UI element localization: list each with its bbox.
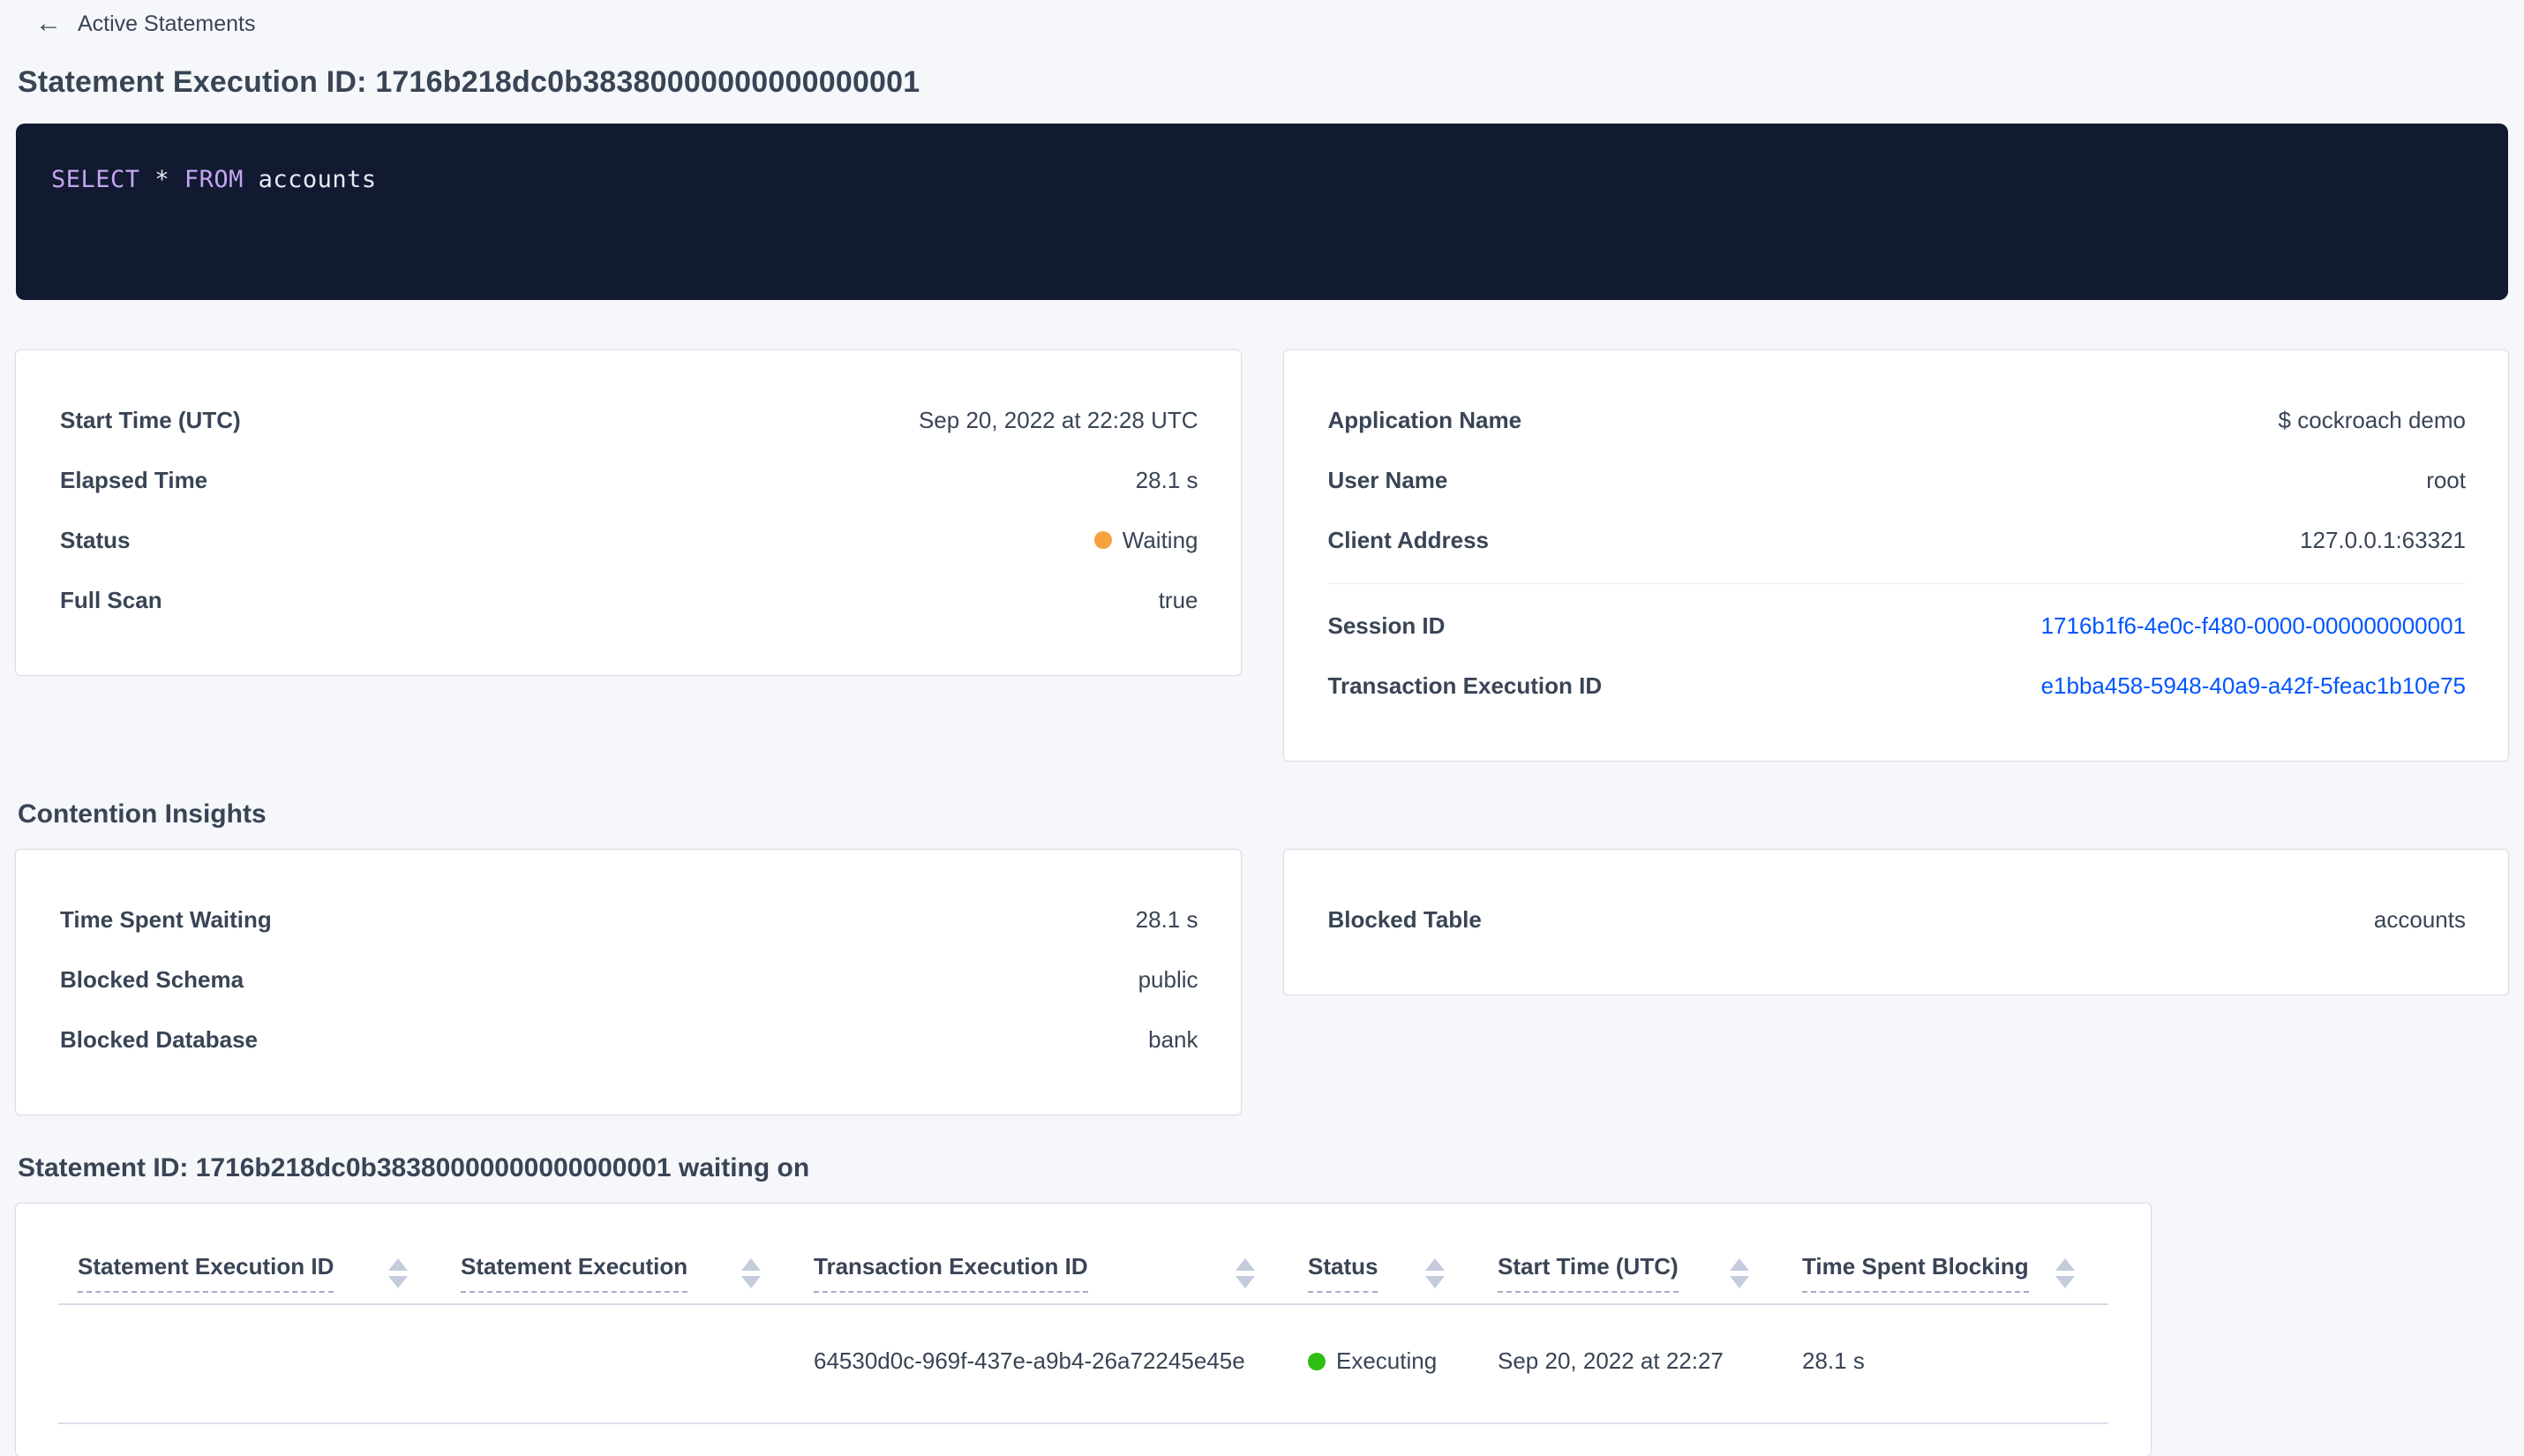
user-name-label: User Name	[1327, 466, 1448, 493]
start-time-row: Start Time (UTC) Sep 20, 2022 at 22:28 U…	[60, 390, 1198, 450]
status-executing-dot-icon	[1308, 1352, 1326, 1370]
statement-execution-details-page: ← Active Statements Statement Execution …	[0, 0, 2524, 1456]
time-spent-waiting-label: Time Spent Waiting	[60, 905, 272, 933]
contention-waiting-card: Time Spent Waiting 28.1 s Blocked Schema…	[16, 850, 1241, 1115]
blocked-table-value: accounts	[2373, 905, 2466, 933]
page-title: Statement Execution ID: 1716b218dc0b3838…	[18, 65, 920, 99]
transaction-execution-id-label: Transaction Execution ID	[1327, 672, 1603, 699]
sql-keyword-select: SELECT	[51, 166, 140, 193]
user-name-value: root	[2426, 466, 2466, 493]
column-header-start-time[interactable]: Start Time (UTC)	[1478, 1230, 1783, 1305]
blocked-database-row: Blocked Database bank	[60, 1009, 1198, 1069]
sort-icon	[2055, 1253, 2075, 1288]
client-address-row: Client Address 127.0.0.1:63321	[1328, 510, 2467, 570]
transaction-execution-id-row: Transaction Execution ID e1bba458-5948-4…	[1328, 656, 2467, 716]
column-header-statement-execution[interactable]: Statement Execution	[441, 1230, 794, 1305]
cell-statement-execution-id	[58, 1304, 441, 1424]
column-header-label: Statement Execution ID	[78, 1253, 334, 1293]
status-waiting-text: Waiting	[1122, 526, 1198, 553]
blocked-schema-row: Blocked Schema public	[60, 949, 1198, 1009]
column-header-label: Statement Execution	[461, 1253, 688, 1293]
sort-icon	[388, 1253, 408, 1288]
session-id-row: Session ID 1716b1f6-4e0c-f480-0000-00000…	[1328, 596, 2467, 656]
blocked-schema-value: public	[1138, 965, 1198, 993]
status-row: Status Waiting	[60, 510, 1198, 570]
time-spent-waiting-row: Time Spent Waiting 28.1 s	[60, 889, 1198, 949]
table-header-row: Statement Execution ID Statement Executi…	[58, 1230, 2108, 1305]
application-name-value: $ cockroach demo	[2278, 406, 2466, 433]
application-name-row: Application Name $ cockroach demo	[1328, 390, 2467, 450]
blocked-table-card: Blocked Table accounts	[1283, 850, 2508, 994]
elapsed-time-label: Elapsed Time	[60, 466, 208, 493]
column-header-label: Transaction Execution ID	[814, 1253, 1088, 1293]
sql-keyword-from: FROM	[184, 166, 244, 193]
waiting-statements-table-card: Statement Execution ID Statement Executi…	[16, 1204, 2151, 1456]
blocked-table-label: Blocked Table	[1327, 905, 1482, 933]
sql-identifier-table: accounts	[258, 166, 377, 193]
user-name-row: User Name root	[1328, 450, 2467, 510]
start-time-label: Start Time (UTC)	[60, 406, 241, 433]
sql-statement-text: SELECT * FROM accounts	[51, 166, 2473, 193]
full-scan-value: true	[1158, 586, 1198, 613]
transaction-execution-id-link[interactable]: e1bba458-5948-40a9-a42f-5feac1b10e75	[2041, 672, 2466, 700]
application-name-label: Application Name	[1327, 406, 1522, 433]
contention-cards-row: Time Spent Waiting 28.1 s Blocked Schema…	[16, 850, 2508, 1115]
column-header-label: Time Spent Blocking	[1802, 1253, 2029, 1293]
status-executing-text: Executing	[1336, 1347, 1438, 1374]
back-link-active-statements[interactable]: ← Active Statements	[35, 9, 255, 37]
column-header-time-spent-blocking[interactable]: Time Spent Blocking	[1783, 1230, 2108, 1305]
session-id-link[interactable]: 1716b1f6-4e0c-f480-0000-000000000001	[2041, 612, 2466, 640]
status-label: Status	[60, 526, 131, 553]
contention-insights-heading: Contention Insights	[18, 799, 267, 829]
status-value: Waiting	[1093, 526, 1198, 554]
cell-status: Executing	[1288, 1304, 1478, 1424]
time-spent-waiting-value: 28.1 s	[1135, 905, 1198, 933]
card-divider	[1327, 583, 2466, 584]
sql-statement-box: SELECT * FROM accounts	[16, 124, 2508, 300]
blocked-database-label: Blocked Database	[60, 1025, 258, 1053]
client-address-label: Client Address	[1327, 526, 1490, 553]
back-link-label: Active Statements	[78, 11, 256, 36]
session-overview-card: Application Name $ cockroach demo User N…	[1283, 350, 2508, 761]
blocked-database-value: bank	[1148, 1025, 1198, 1053]
full-scan-label: Full Scan	[60, 586, 162, 613]
cell-time-spent-blocking: 28.1 s	[1783, 1304, 2108, 1424]
start-time-value: Sep 20, 2022 at 22:28 UTC	[918, 406, 1198, 433]
sort-icon	[1425, 1253, 1445, 1288]
cell-start-time: Sep 20, 2022 at 22:27	[1478, 1304, 1783, 1424]
column-header-label: Start Time (UTC)	[1498, 1253, 1679, 1293]
overview-cards-row: Start Time (UTC) Sep 20, 2022 at 22:28 U…	[16, 350, 2508, 761]
column-header-statement-execution-id[interactable]: Statement Execution ID	[58, 1230, 441, 1305]
column-header-status[interactable]: Status	[1288, 1230, 1478, 1305]
waiting-on-heading: Statement ID: 1716b218dc0b38380000000000…	[18, 1153, 810, 1182]
elapsed-time-row: Elapsed Time 28.1 s	[60, 450, 1198, 510]
column-header-label: Status	[1308, 1253, 1378, 1293]
status-waiting-dot-icon	[1093, 531, 1112, 549]
full-scan-row: Full Scan true	[60, 570, 1198, 630]
cell-transaction-execution-id: 64530d0c-969f-437e-a9b4-26a72245e45e	[794, 1304, 1288, 1424]
column-header-transaction-execution-id[interactable]: Transaction Execution ID	[794, 1230, 1288, 1305]
blocked-schema-label: Blocked Schema	[60, 965, 244, 993]
cell-statement-execution	[441, 1304, 794, 1424]
blocked-table-row: Blocked Table accounts	[1328, 889, 2467, 949]
execution-overview-card: Start Time (UTC) Sep 20, 2022 at 22:28 U…	[16, 350, 1241, 675]
elapsed-time-value: 28.1 s	[1135, 466, 1198, 493]
sort-icon	[1730, 1253, 1749, 1288]
table-row: 64530d0c-969f-437e-a9b4-26a72245e45e Exe…	[58, 1304, 2108, 1424]
sql-operator-star: *	[154, 166, 170, 193]
session-id-label: Session ID	[1327, 612, 1446, 639]
sort-icon	[741, 1253, 761, 1288]
sort-icon	[1236, 1253, 1255, 1288]
client-address-value: 127.0.0.1:63321	[2300, 526, 2466, 553]
waiting-statements-table: Statement Execution ID Statement Executi…	[58, 1230, 2108, 1424]
arrow-left-icon: ←	[35, 9, 62, 38]
